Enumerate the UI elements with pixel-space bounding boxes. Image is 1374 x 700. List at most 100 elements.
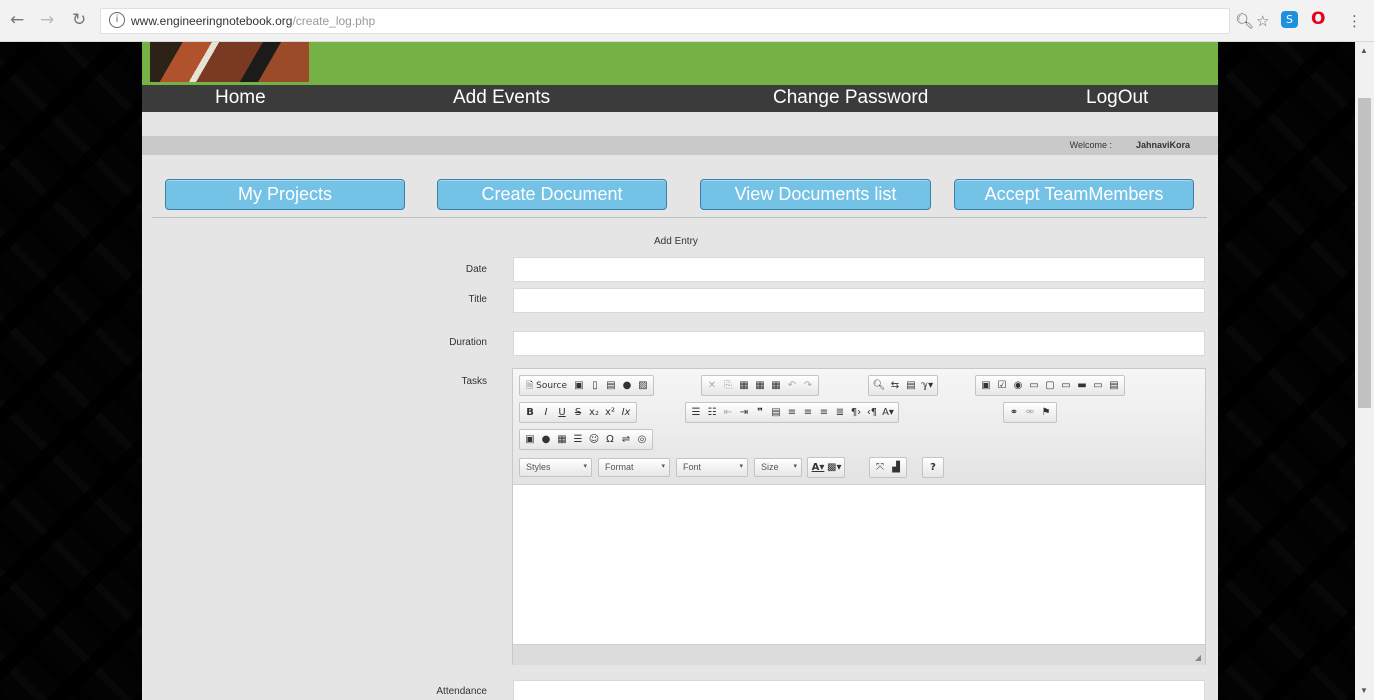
- font-select[interactable]: Font ▾: [676, 458, 748, 477]
- bookmark-star-icon[interactable]: ☆: [1256, 12, 1269, 30]
- link-icon[interactable]: ⚭: [1007, 405, 1021, 421]
- my-projects-button[interactable]: My Projects: [165, 179, 405, 210]
- title-field[interactable]: [513, 288, 1205, 313]
- styles-select[interactable]: Styles ▾: [519, 458, 592, 477]
- nav-change-password[interactable]: Change Password: [773, 87, 928, 109]
- forward-icon[interactable]: →: [40, 10, 54, 30]
- divider: [152, 217, 1207, 218]
- copy-icon[interactable]: ⎘: [721, 378, 735, 394]
- size-select[interactable]: Size ▾: [754, 458, 802, 477]
- align-left-icon[interactable]: ≡: [785, 405, 799, 421]
- info-icon[interactable]: i: [109, 12, 125, 28]
- numbered-list-icon[interactable]: ☰: [689, 405, 703, 421]
- nav-add-events[interactable]: Add Events: [453, 87, 550, 109]
- remove-format-icon[interactable]: Ix: [619, 405, 633, 421]
- preview-icon[interactable]: ▤: [604, 378, 618, 394]
- cut-icon[interactable]: ✕: [705, 378, 719, 394]
- indent-icon[interactable]: ⇥: [737, 405, 751, 421]
- superscript-icon[interactable]: x²: [603, 405, 617, 421]
- radio-icon[interactable]: ◉: [1011, 378, 1025, 394]
- save-icon[interactable]: ▣: [572, 378, 586, 394]
- left-background-pattern: [0, 42, 142, 700]
- nav-home[interactable]: Home: [215, 87, 266, 109]
- chevron-down-icon: ▾: [583, 463, 587, 470]
- special-char-icon[interactable]: Ω: [603, 432, 617, 448]
- flash-icon[interactable]: ●: [539, 432, 553, 448]
- paste-icon[interactable]: ▦: [737, 378, 751, 394]
- reload-icon[interactable]: ↻: [72, 10, 86, 30]
- hidden-field-icon[interactable]: ▤: [1107, 378, 1121, 394]
- toolbar-group-clipboard: ✕ ⎘ ▦ ▦ ▦ ↶ ↷: [701, 375, 819, 396]
- maximize-icon[interactable]: ⤧: [873, 460, 887, 476]
- view-documents-list-button[interactable]: View Documents list: [700, 179, 931, 210]
- opera-extension-icon[interactable]: O: [1311, 10, 1325, 28]
- form-icon[interactable]: ▣: [979, 378, 993, 394]
- accept-team-members-button[interactable]: Accept TeamMembers: [954, 179, 1194, 210]
- text-color-icon[interactable]: A▾: [811, 460, 825, 476]
- spellcheck-icon[interactable]: ℽ▾: [920, 378, 934, 394]
- back-icon[interactable]: ←: [10, 10, 24, 30]
- select-all-icon[interactable]: ▤: [904, 378, 918, 394]
- textfield-icon[interactable]: ▭: [1027, 378, 1041, 394]
- skype-extension-icon[interactable]: S: [1281, 11, 1298, 28]
- justify-icon[interactable]: ≣: [833, 405, 847, 421]
- bulleted-list-icon[interactable]: ☷: [705, 405, 719, 421]
- subscript-icon[interactable]: x₂: [587, 405, 601, 421]
- find-icon[interactable]: 🔍︎: [872, 378, 886, 394]
- url-text[interactable]: www.engineeringnotebook.org/create_log.p…: [131, 14, 375, 28]
- resize-grip-icon[interactable]: ◢: [1195, 653, 1201, 662]
- page-break-icon[interactable]: ⇌: [619, 432, 633, 448]
- table-icon[interactable]: ▦: [555, 432, 569, 448]
- print-icon[interactable]: ●: [620, 378, 634, 394]
- scroll-up-icon[interactable]: ▲: [1360, 46, 1368, 55]
- format-select[interactable]: Format ▾: [598, 458, 670, 477]
- undo-icon[interactable]: ↶: [785, 378, 799, 394]
- horizontal-rule-icon[interactable]: ☰: [571, 432, 585, 448]
- source-button[interactable]: 🗎 Source: [523, 378, 570, 394]
- align-right-icon[interactable]: ≡: [817, 405, 831, 421]
- align-center-icon[interactable]: ≡: [801, 405, 815, 421]
- zoom-icon[interactable]: 🔍︎: [1235, 12, 1254, 30]
- show-blocks-icon[interactable]: ▟: [889, 460, 903, 476]
- rtl-icon[interactable]: ‹¶: [865, 405, 879, 421]
- language-icon[interactable]: A▾: [881, 405, 895, 421]
- anchor-icon[interactable]: ⚑: [1039, 405, 1053, 421]
- redo-icon[interactable]: ↷: [801, 378, 815, 394]
- create-document-button[interactable]: Create Document: [437, 179, 667, 210]
- bold-icon[interactable]: B: [523, 405, 537, 421]
- select-field-icon[interactable]: ▭: [1059, 378, 1073, 394]
- scroll-down-icon[interactable]: ▼: [1360, 686, 1368, 695]
- outdent-icon[interactable]: ⇤: [721, 405, 735, 421]
- unlink-icon[interactable]: ⚮: [1023, 405, 1037, 421]
- iframe-icon[interactable]: ◎: [635, 432, 649, 448]
- paste-word-icon[interactable]: ▦: [769, 378, 783, 394]
- underline-icon[interactable]: U: [555, 405, 569, 421]
- button-field-icon[interactable]: ▬: [1075, 378, 1089, 394]
- replace-icon[interactable]: ⇆: [888, 378, 902, 394]
- bg-color-icon[interactable]: ▩▾: [827, 460, 841, 476]
- templates-icon[interactable]: ▨: [636, 378, 650, 394]
- ltr-icon[interactable]: ¶›: [849, 405, 863, 421]
- image-icon[interactable]: ▣: [523, 432, 537, 448]
- date-field[interactable]: [513, 257, 1205, 282]
- menu-kebab-icon[interactable]: ⋮: [1347, 12, 1362, 30]
- textarea-icon[interactable]: ▢: [1043, 378, 1057, 394]
- new-page-icon[interactable]: ▯: [588, 378, 602, 394]
- duration-field[interactable]: [513, 331, 1205, 356]
- paste-text-icon[interactable]: ▦: [753, 378, 767, 394]
- image-button-icon[interactable]: ▭: [1091, 378, 1105, 394]
- italic-icon[interactable]: I: [539, 405, 553, 421]
- right-background-pattern: [1218, 42, 1355, 700]
- blockquote-icon[interactable]: ❞: [753, 405, 767, 421]
- scrollbar-thumb[interactable]: [1358, 98, 1371, 408]
- address-bar[interactable]: i www.engineeringnotebook.org/create_log…: [100, 8, 1230, 34]
- page-scrollbar[interactable]: ▲ ▼: [1355, 42, 1374, 700]
- nav-logout[interactable]: LogOut: [1086, 87, 1148, 109]
- help-button[interactable]: ?: [926, 460, 940, 476]
- checkbox-icon[interactable]: ☑: [995, 378, 1009, 394]
- tasks-editor-body[interactable]: [513, 486, 1205, 644]
- div-container-icon[interactable]: ▤: [769, 405, 783, 421]
- attendance-field[interactable]: [513, 680, 1205, 700]
- strike-icon[interactable]: S: [571, 405, 585, 421]
- smiley-icon[interactable]: ☺: [587, 432, 601, 448]
